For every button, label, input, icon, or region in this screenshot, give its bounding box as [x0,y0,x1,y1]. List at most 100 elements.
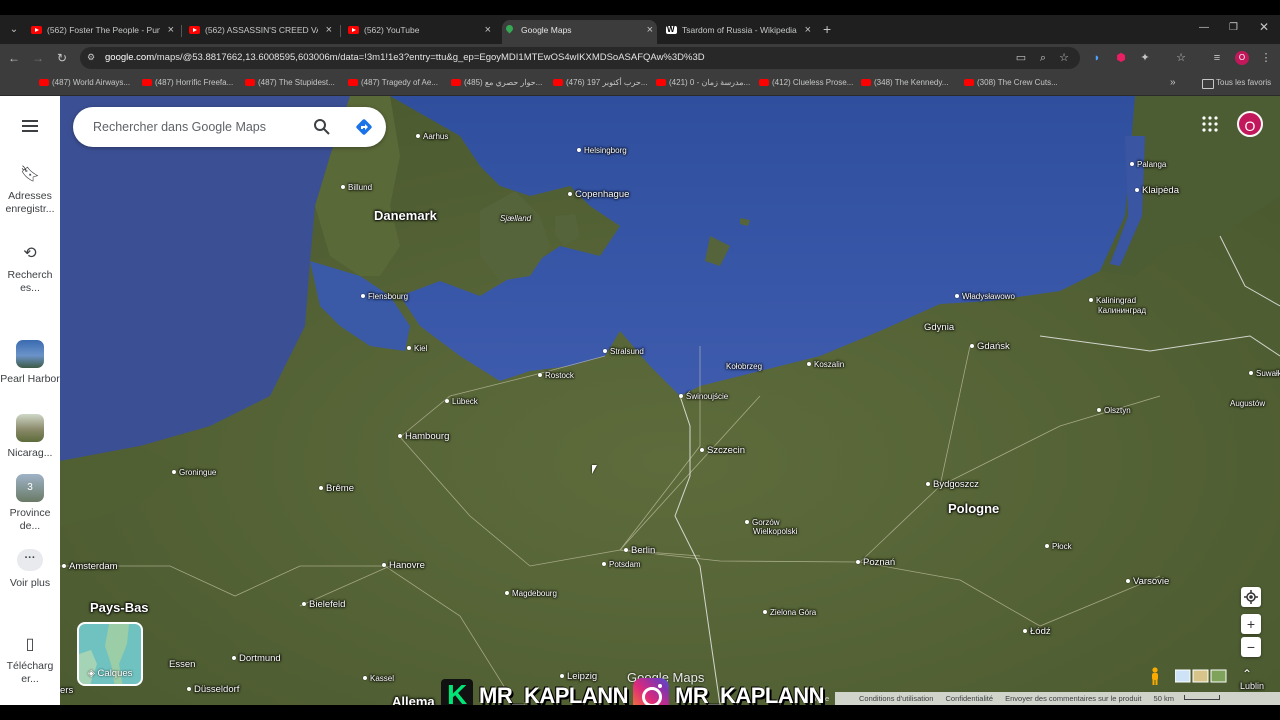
bookmark-item[interactable]: (487) World Airways... [37,77,130,91]
extensions-puzzle-icon[interactable]: ✦ [1138,51,1152,65]
tab-close-icon[interactable]: × [326,20,332,40]
site-info-icon[interactable]: ⚙ [87,51,99,63]
tab-close-icon[interactable]: × [485,20,491,40]
feedback-link[interactable]: Envoyer des commentaires sur le produit [1005,694,1141,703]
bookmarks-overflow-button[interactable]: » [1170,77,1176,88]
search-icon[interactable] [313,118,331,136]
extension-icon[interactable]: ◗ [1090,51,1104,65]
map-label-town[interactable]: Billund [341,183,372,193]
bookmark-item[interactable]: (421) مدرسة زمان - 0... [654,77,750,91]
tab-assassins-creed[interactable]: (562) ASSASSIN'S CREED VALHA × [186,20,336,44]
menu-kebab-icon[interactable]: ⋮ [1259,51,1273,65]
new-tab-button[interactable]: + [823,22,831,36]
map-label-city[interactable]: Varsovie [1126,576,1169,588]
tab-close-icon[interactable]: × [647,20,653,40]
layers-button[interactable]: ◈ Calques [77,622,143,686]
map-label-city[interactable]: Klaipėda [1135,185,1179,197]
url-text[interactable]: google.com/maps/@53.8817662,13.6008595,6… [105,51,705,65]
tab-search-icon[interactable]: ⌄ [6,22,22,38]
pegman-icon[interactable] [1148,667,1162,685]
zoom-in-button[interactable]: + [1241,614,1261,634]
map-label-country[interactable]: Allema [392,694,435,705]
map-label-city[interactable]: Szczecin [700,445,745,457]
bookmark-item[interactable]: (487) Tragedy of Ae... [346,77,438,91]
map-label-city[interactable]: Dortmund [232,653,281,665]
map-label-city[interactable]: Berlin [624,545,655,557]
tab-wikipedia[interactable]: Tsardom of Russia - Wikipedia × [663,20,815,44]
map-label-city[interactable]: Amsterdam [62,561,118,573]
zoom-out-button[interactable]: − [1241,637,1261,657]
media-control-icon[interactable]: ≡ [1210,51,1224,65]
back-icon[interactable]: ← [6,50,22,66]
map-label-city[interactable]: Düsseldorf [187,684,239,696]
map-label-town[interactable]: Augustów [1230,399,1265,409]
expand-icon[interactable]: ⌃ [1242,667,1252,681]
rail-saved[interactable]: 🔖︎ Adresses enregistr... [0,166,60,216]
reading-list-icon[interactable]: ☆ [1174,51,1188,65]
map-label-town[interactable]: Potsdam [602,560,641,570]
map-label-town[interactable]: Władysławowo [955,292,1015,302]
map-label-town[interactable]: Płock [1045,542,1072,552]
install-app-icon[interactable]: ▭ [1014,51,1028,65]
scale-label[interactable]: 50 km [1154,694,1174,703]
forward-icon[interactable]: → [30,50,46,66]
map-label-city[interactable]: Łódź [1023,626,1051,638]
map-label-town[interactable]: Lübeck [445,397,478,407]
map-label-town[interactable]: Kiel [407,344,427,354]
rail-recent-pearl-harbor[interactable]: Pearl Harbor [0,340,60,386]
map-label-town[interactable]: Helsingborg [577,146,627,156]
close-window-icon[interactable]: ✕ [1259,20,1269,34]
satellite-map[interactable]: Danemark Pologne Pays-Bas Copenhague Ham… [60,96,1280,705]
tab-close-icon[interactable]: × [168,20,174,40]
map-label-town[interactable]: Kaliningrad [1089,296,1136,306]
terms-link[interactable]: Conditions d'utilisation [859,694,933,703]
restore-icon[interactable]: ❐ [1229,22,1238,33]
map-label-town[interactable]: Stralsund [603,347,644,357]
tab-foster-the-people[interactable]: (562) Foster The People - Pump × [28,20,178,44]
bookmark-item[interactable]: (412) Clueless Prose... [757,77,853,91]
map-label-city[interactable]: Gdańsk [970,341,1010,353]
bookmark-item[interactable]: (485) حوار حصري مع... [449,77,542,91]
map-label-country[interactable]: Pays-Bas [90,600,149,615]
map-label-town[interactable]: Kassel [363,674,394,684]
rail-more[interactable]: ··· Voir plus [0,549,60,590]
zoom-icon[interactable]: ⌕ [1036,51,1050,65]
map-label-city[interactable]: Bielefeld [302,599,345,611]
map-label-town[interactable]: Groningue [172,468,216,478]
map-label-city[interactable]: Copenhague [568,189,629,201]
map-type-thumbnails[interactable] [1175,669,1227,683]
map-label-town[interactable]: Suwałki [1249,369,1280,379]
rail-download[interactable]: ▯ Télécharg er... [0,636,60,686]
map-label-town[interactable]: Flensbourg [361,292,408,302]
address-bar[interactable]: ⚙ google.com/maps/@53.8817662,13.6008595… [80,47,1080,69]
tab-close-icon[interactable]: × [805,20,811,40]
bookmark-item[interactable]: (348) The Kennedy... [859,77,948,91]
map-label-island[interactable]: Sjælland [500,214,531,224]
search-input[interactable] [93,118,293,136]
map-label-town[interactable]: Leipzig [560,671,597,683]
directions-icon[interactable] [355,118,373,136]
minimize-icon[interactable]: — [1199,22,1209,33]
map-label-town[interactable]: Калининград [1098,306,1146,316]
bookmark-star-icon[interactable]: ☆ [1057,51,1071,65]
map-label-town[interactable]: Olsztyn [1097,406,1131,416]
map-label-city[interactable]: Brême [319,483,354,495]
all-bookmarks-folder[interactable]: Tous les favoris [1200,77,1271,89]
map-label-town[interactable]: ers [60,685,73,697]
bookmark-item[interactable]: (476) حرب أكتوبر 197... [551,77,648,91]
map-label-country[interactable]: Danemark [374,208,437,223]
map-label-town[interactable]: Koszalin [807,360,844,370]
rail-recent[interactable]: ⟲ Recherch es... [0,245,60,295]
map-label-town[interactable]: Magdebourg [505,589,557,599]
shield-extension-icon[interactable]: ⬢ [1114,51,1128,65]
profile-avatar[interactable]: O [1235,51,1249,65]
bookmark-item[interactable]: (487) Horrific Freefa... [140,77,233,91]
map-label-city[interactable]: Hanovre [382,560,425,572]
map-label-town[interactable]: Lublin [1240,681,1264,691]
map-label-town[interactable]: Kołobrzeg [726,362,762,372]
map-label-city[interactable]: Bydgoszcz [926,479,979,491]
google-apps-icon[interactable] [1202,116,1218,132]
tab-youtube[interactable]: (562) YouTube × [345,20,495,44]
map-label-city[interactable]: Poznań [856,557,895,569]
rail-recent-province[interactable]: 3 Province de... [0,474,60,533]
